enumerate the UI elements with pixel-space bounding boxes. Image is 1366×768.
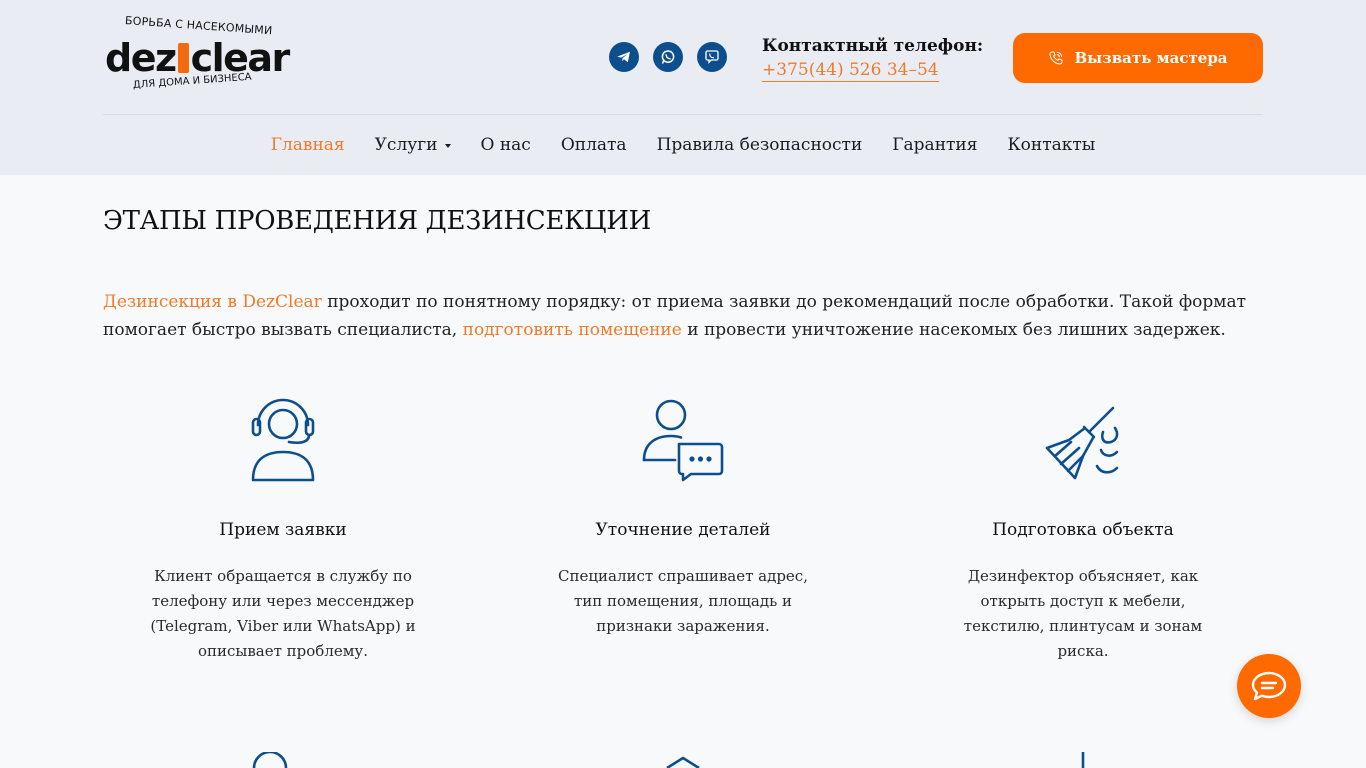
caret-down-icon bbox=[444, 144, 451, 148]
step-description: Дезинфектор объясняет, как открыть досту… bbox=[963, 567, 1203, 660]
step-description: Клиент обращается в службу по телефону и… bbox=[150, 567, 416, 660]
viber-link[interactable] bbox=[697, 42, 727, 72]
call-master-label: Вызвать мастера bbox=[1074, 49, 1228, 67]
next-step-icon-partial bbox=[666, 756, 700, 768]
step-title: Подготовка объекта bbox=[992, 520, 1174, 540]
nav-item-services-label: Услуги bbox=[374, 135, 438, 155]
nav-item-guarantee[interactable]: Гарантия bbox=[892, 135, 977, 155]
step-title: Уточнение деталей bbox=[595, 520, 771, 540]
nav-item-safety-rules[interactable]: Правила безопасности bbox=[657, 135, 863, 155]
whatsapp-icon bbox=[661, 50, 675, 64]
next-step-icon-partial bbox=[252, 752, 288, 768]
step-card-preparation: Подготовка объекта Дезинфектор объясняет… bbox=[913, 398, 1253, 664]
prepare-room-link[interactable]: подготовить помещение bbox=[463, 320, 682, 340]
nav-item-services[interactable]: Услуги bbox=[375, 135, 451, 155]
step-title: Прием заявки bbox=[219, 520, 347, 540]
step-card-request: Прием заявки Клиент обращается в службу … bbox=[113, 398, 453, 664]
nav-item-contacts[interactable]: Контакты bbox=[1007, 135, 1095, 155]
intro-text-2: и провести уничтожение насекомых без лиш… bbox=[681, 320, 1226, 340]
logo-brand-left: dez bbox=[105, 36, 177, 80]
next-step-icon-partial bbox=[1081, 752, 1085, 768]
whatsapp-link[interactable] bbox=[653, 42, 683, 72]
nav-item-payment[interactable]: Оплата bbox=[561, 135, 627, 155]
telegram-link[interactable] bbox=[609, 42, 639, 72]
header-inner: БОРЬБА С НАСЕКОМЫМИ dez clear ДЛЯ ДОМА И … bbox=[103, 0, 1263, 175]
intro-paragraph: Дезинсекция в DezClear проходит по понят… bbox=[103, 288, 1268, 344]
operator-headset-icon bbox=[251, 398, 315, 482]
step-description: Специалист спрашивает адрес, тип помещен… bbox=[558, 567, 808, 635]
nav-item-home[interactable]: Главная bbox=[271, 135, 345, 155]
broom-icon bbox=[1045, 406, 1119, 480]
viber-icon bbox=[705, 50, 719, 64]
telegram-icon bbox=[617, 51, 630, 63]
contact-phone-link[interactable]: +375(44) 526 34–54 bbox=[762, 60, 939, 82]
nav-item-about[interactable]: О нас bbox=[481, 135, 531, 155]
logo-tagline-top: БОРЬБА С НАСЕКОМЫМИ bbox=[124, 14, 273, 38]
main-nav: Главная Услуги О нас Оплата Правила безо… bbox=[103, 115, 1263, 175]
person-chat-icon bbox=[642, 399, 724, 482]
contact-label: Контактный телефон: bbox=[762, 36, 984, 56]
disinsection-link[interactable]: Дезинсекция в DezClear bbox=[103, 292, 322, 312]
page-title: ЭТАПЫ ПРОВЕДЕНИЯ ДЕЗИНСЕКЦИИ bbox=[103, 206, 652, 236]
chat-widget-button[interactable] bbox=[1237, 654, 1301, 718]
call-master-button[interactable]: Вызвать мастера bbox=[1013, 33, 1263, 83]
phone-icon bbox=[1049, 51, 1064, 65]
step-card-details: Уточнение деталей Специалист спрашивает … bbox=[513, 398, 853, 639]
site-header: БОРЬБА С НАСЕКОМЫМИ dez clear ДЛЯ ДОМА И … bbox=[0, 0, 1366, 175]
spray-icon bbox=[177, 43, 189, 73]
chat-bubble-icon bbox=[1251, 671, 1287, 701]
logo[interactable]: БОРЬБА С НАСЕКОМЫМИ dez clear ДЛЯ ДОМА И … bbox=[103, 12, 290, 102]
logo-wordmark: dez clear bbox=[105, 36, 290, 80]
